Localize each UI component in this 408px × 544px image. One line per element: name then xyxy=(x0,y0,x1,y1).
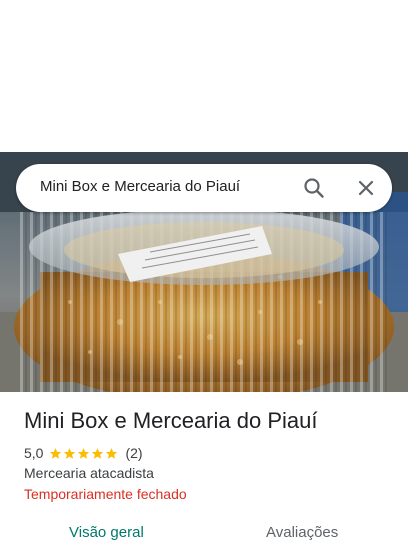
search-bar[interactable]: Mini Box e Mercearia do Piauí xyxy=(16,164,392,212)
star-rating xyxy=(49,447,119,460)
map-blank-area xyxy=(0,0,408,152)
search-icon[interactable] xyxy=(302,176,326,200)
star-icon xyxy=(106,447,118,459)
star-icon xyxy=(92,447,104,459)
star-icon xyxy=(78,447,90,459)
rating-row[interactable]: 5,0 (2) xyxy=(24,444,143,462)
search-input[interactable]: Mini Box e Mercearia do Piauí xyxy=(40,178,240,195)
place-tabs: Visão geral Avaliações xyxy=(0,516,408,544)
open-status: Temporariamente fechado xyxy=(24,486,187,502)
place-category: Mercearia atacadista xyxy=(24,465,154,481)
tab-overview[interactable]: Visão geral xyxy=(69,524,144,541)
review-count[interactable]: (2) xyxy=(125,445,142,461)
close-icon[interactable] xyxy=(354,176,378,200)
place-title: Mini Box e Mercearia do Piauí xyxy=(24,408,318,433)
rating-value: 5,0 xyxy=(24,445,44,461)
tab-reviews[interactable]: Avaliações xyxy=(266,524,338,541)
star-icon xyxy=(50,447,62,459)
star-icon xyxy=(64,447,76,459)
